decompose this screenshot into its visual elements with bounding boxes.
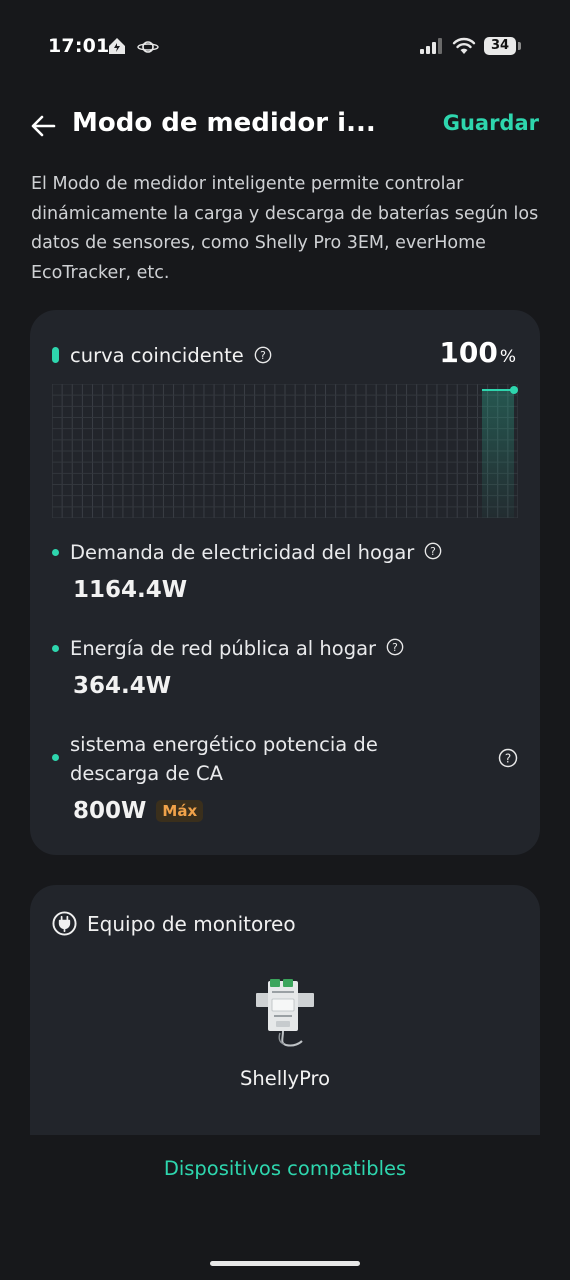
status-time: 17:01 [48,35,110,57]
curve-percent-value: 100 [439,336,498,369]
matching-curve-svg [51,383,519,519]
monitoring-equipment-card: Equipo de monitoreo ShellyPro [30,885,540,1135]
status-bar: 17:01 34 [0,0,570,92]
metric-bullet [52,549,59,556]
device-name: ShellyPro [239,1067,331,1090]
chart-grid [51,383,519,519]
metric-value: 1164.4W [73,577,188,603]
metric-label: sistema energético potencia de descarga … [70,733,378,785]
monitor-title: Equipo de monitoreo [87,911,296,936]
svg-text:?: ? [260,349,266,362]
svg-text:?: ? [392,641,398,654]
metric-grid-to-home: Energía de red pública al hogar ? 364.4W [52,634,518,699]
device-shellypro[interactable]: ShellyPro [30,973,540,1090]
metric-value-row: 800W Máx [73,798,518,824]
matching-curve-card: curva coincidente ? 100% Demanda de elec… [30,310,540,855]
help-icon[interactable]: ? [254,346,272,364]
max-badge: Máx [156,800,204,822]
curve-end-point [510,386,518,394]
compatible-devices-link[interactable]: Dispositivos compatibles [0,1157,570,1180]
curve-percent: 100% [439,336,516,369]
battery-icon: 34 [484,37,516,55]
back-arrow-icon[interactable] [28,110,60,142]
save-button[interactable]: Guardar [443,111,539,135]
page-header: Modo de medidor i... Guardar [0,100,570,152]
curve-fill-area [482,390,514,518]
signal-icon [420,38,442,54]
metric-bullet [52,754,59,761]
metric-value: 364.4W [73,673,172,699]
page-title: Modo de medidor i... [72,108,376,138]
home-indicator[interactable] [210,1261,360,1266]
metric-bullet [52,645,59,652]
metric-home-demand: Demanda de electricidad del hogar ? 1164… [52,538,518,603]
curve-header: curva coincidente ? [52,340,272,370]
help-icon[interactable]: ? [424,542,442,560]
curve-percent-unit: % [499,347,516,367]
mode-description: El Modo de medidor inteligente permite c… [31,174,539,283]
metric-label: Demanda de electricidad del hogar [70,541,415,564]
help-icon[interactable]: ? [498,748,518,768]
home-icon [109,38,125,54]
wifi-icon [452,37,476,54]
battery-tip [518,42,521,50]
svg-text:?: ? [430,545,436,558]
monitor-header: Equipo de monitoreo [52,911,296,936]
shelly-pro-device-image [256,979,314,1047]
help-icon[interactable]: ? [386,638,404,656]
matching-curve-chart [51,383,519,519]
curve-title: curva coincidente [70,343,244,367]
metric-ac-discharge-power: sistema energético potencia de descarga … [52,730,518,824]
metric-value: 800W [73,798,147,824]
plug-icon [52,911,77,936]
svg-text:?: ? [505,752,511,766]
orbit-icon [137,41,159,53]
metric-label: Energía de red pública al hogar [70,637,377,660]
curve-legend-marker [52,347,59,363]
